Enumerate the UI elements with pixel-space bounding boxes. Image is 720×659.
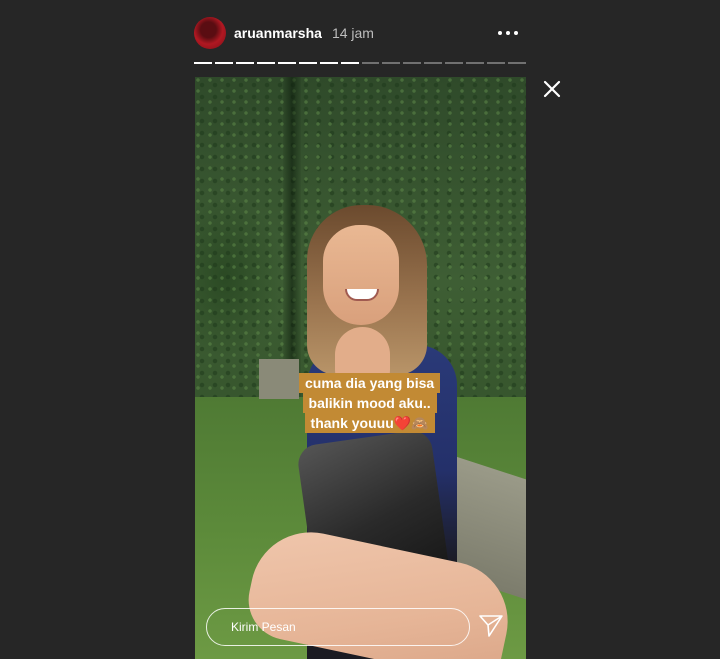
progress-segment: [319, 62, 338, 64]
caption-line-3: thank youuu❤️🙈: [304, 413, 435, 433]
progress-segment: [403, 62, 422, 64]
progress-segment: [487, 62, 506, 64]
person-face: [323, 225, 399, 325]
story-caption: cuma dia yang bisa balikin mood aku.. th…: [299, 373, 441, 433]
caption-line-2: balikin mood aku..: [302, 393, 437, 413]
progress-segment: [445, 62, 464, 64]
progress-segment: [382, 62, 401, 64]
progress-segment: [214, 62, 233, 64]
avatar[interactable]: [194, 17, 226, 49]
story-progress-bar: [194, 62, 526, 64]
progress-segment: [508, 62, 526, 64]
username[interactable]: aruanmarsha: [234, 25, 322, 41]
story-header: aruanmarsha 14 jam: [194, 17, 526, 49]
caption-line-1: cuma dia yang bisa: [299, 373, 441, 393]
progress-segment: [194, 62, 212, 64]
more-options-icon[interactable]: [498, 31, 518, 35]
progress-segment: [361, 62, 380, 64]
reply-input[interactable]: Kirim Pesan: [206, 608, 470, 646]
story-image[interactable]: cuma dia yang bisa balikin mood aku.. th…: [195, 77, 526, 659]
progress-segment: [235, 62, 254, 64]
progress-segment: [424, 62, 443, 64]
send-icon[interactable]: [478, 614, 504, 638]
progress-segment: [466, 62, 485, 64]
timestamp: 14 jam: [331, 25, 374, 41]
progress-segment: [277, 62, 296, 64]
reply-placeholder: Kirim Pesan: [231, 620, 296, 634]
close-icon[interactable]: [542, 79, 562, 99]
progress-segment: [256, 62, 275, 64]
progress-segment: [340, 62, 359, 64]
progress-segment: [298, 62, 317, 64]
